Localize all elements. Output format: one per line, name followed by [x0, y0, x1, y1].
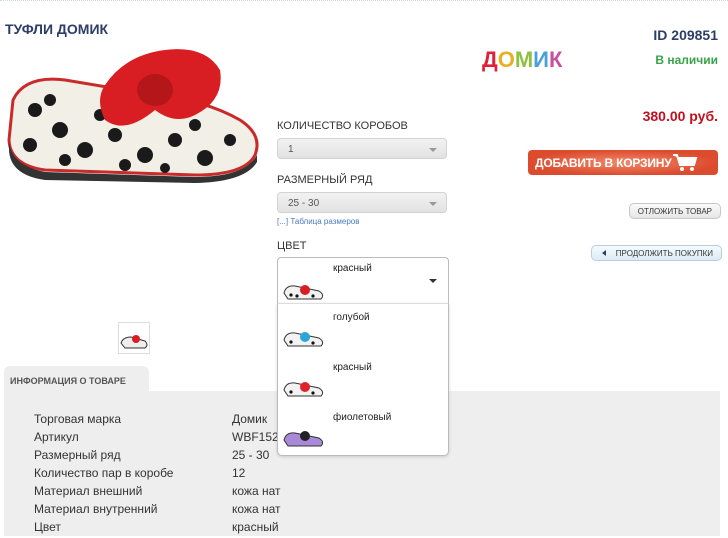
color-value: красный — [333, 263, 372, 274]
add-to-cart-button[interactable]: ДОБАВИТЬ В КОРЗИНУ — [528, 150, 718, 175]
continue-shopping-label: ПРОДОЛЖИТЬ ПОКУПКИ — [615, 249, 713, 258]
tab-product-info[interactable]: ИНФОРМАЦИЯ О ТОВАРЕ — [4, 366, 149, 392]
product-image[interactable] — [5, 40, 267, 186]
info-value: красный — [232, 520, 279, 534]
color-select[interactable]: красный — [277, 257, 449, 304]
price: 380.00 руб. — [642, 108, 718, 124]
product-id: ID 209851 — [653, 27, 718, 43]
info-value: WBF152 — [232, 430, 279, 444]
brand-logo: ДОМИК — [482, 47, 563, 72]
info-key: Количество пар в коробе — [34, 466, 174, 480]
info-value: 25 - 30 — [232, 448, 270, 462]
chevron-down-icon — [429, 279, 437, 283]
size-label: РАЗМЕРНЫЙ РЯД — [277, 174, 373, 186]
product-thumbnail[interactable] — [118, 322, 150, 354]
color-dropdown-list: голубой красный фиолетовый — [277, 303, 449, 456]
color-option[interactable]: голубой — [278, 304, 448, 354]
color-option-label: голубой — [333, 312, 370, 323]
save-for-later-button[interactable]: ОТЛОЖИТЬ ТОВАР — [628, 203, 721, 219]
size-select[interactable]: 25 - 30 — [277, 192, 447, 213]
shoe-thumbnail-icon — [283, 285, 324, 300]
color-option[interactable]: фиолетовый — [278, 404, 448, 454]
color-option-label: красный — [333, 362, 372, 373]
cart-icon — [673, 154, 698, 171]
size-table-link[interactable]: [...] Таблица размеров — [277, 217, 360, 226]
info-value: 12 — [232, 466, 246, 480]
boxes-label: КОЛИЧЕСТВО КОРОБОВ — [277, 120, 408, 132]
color-option-label: фиолетовый — [333, 412, 392, 423]
color-option[interactable]: красный — [278, 354, 448, 404]
boxes-select[interactable]: 1 — [277, 138, 447, 159]
availability-status: В наличии — [655, 53, 718, 67]
info-value: кожа нат — [232, 502, 281, 516]
continue-shopping-button[interactable]: ПРОДОЛЖИТЬ ПОКУПКИ — [590, 245, 722, 261]
info-key: Цвет — [34, 520, 61, 534]
top-divider — [0, 0, 728, 1]
add-to-cart-label: ДОБАВИТЬ В КОРЗИНУ — [535, 156, 672, 170]
size-value: 25 - 30 — [288, 198, 320, 209]
chevron-down-icon — [429, 148, 437, 152]
chevron-left-icon — [601, 250, 606, 256]
info-row: Цвет красный — [34, 520, 534, 538]
info-value: кожа нат — [232, 484, 281, 498]
info-value: Домик — [232, 412, 268, 426]
page-title: ТУФЛИ ДОМИК — [5, 21, 109, 37]
info-key: Торговая марка — [34, 412, 122, 426]
shoe-thumbnail-icon — [283, 382, 324, 397]
shoe-thumbnail-icon — [283, 431, 324, 447]
info-key: Материал внутренний — [34, 502, 158, 516]
boxes-value: 1 — [288, 144, 294, 155]
info-row: Материал внешний кожа нат — [34, 484, 534, 502]
info-row: Материал внутренний кожа нат — [34, 502, 534, 520]
shoe-thumbnail-icon — [283, 332, 324, 347]
info-key: Материал внешний — [34, 484, 143, 498]
info-row: Количество пар в коробе 12 — [34, 466, 534, 484]
info-key: Артикул — [34, 430, 79, 444]
chevron-down-icon — [429, 202, 437, 206]
color-label: ЦВЕТ — [277, 240, 307, 252]
info-key: Размерный ряд — [34, 448, 121, 462]
